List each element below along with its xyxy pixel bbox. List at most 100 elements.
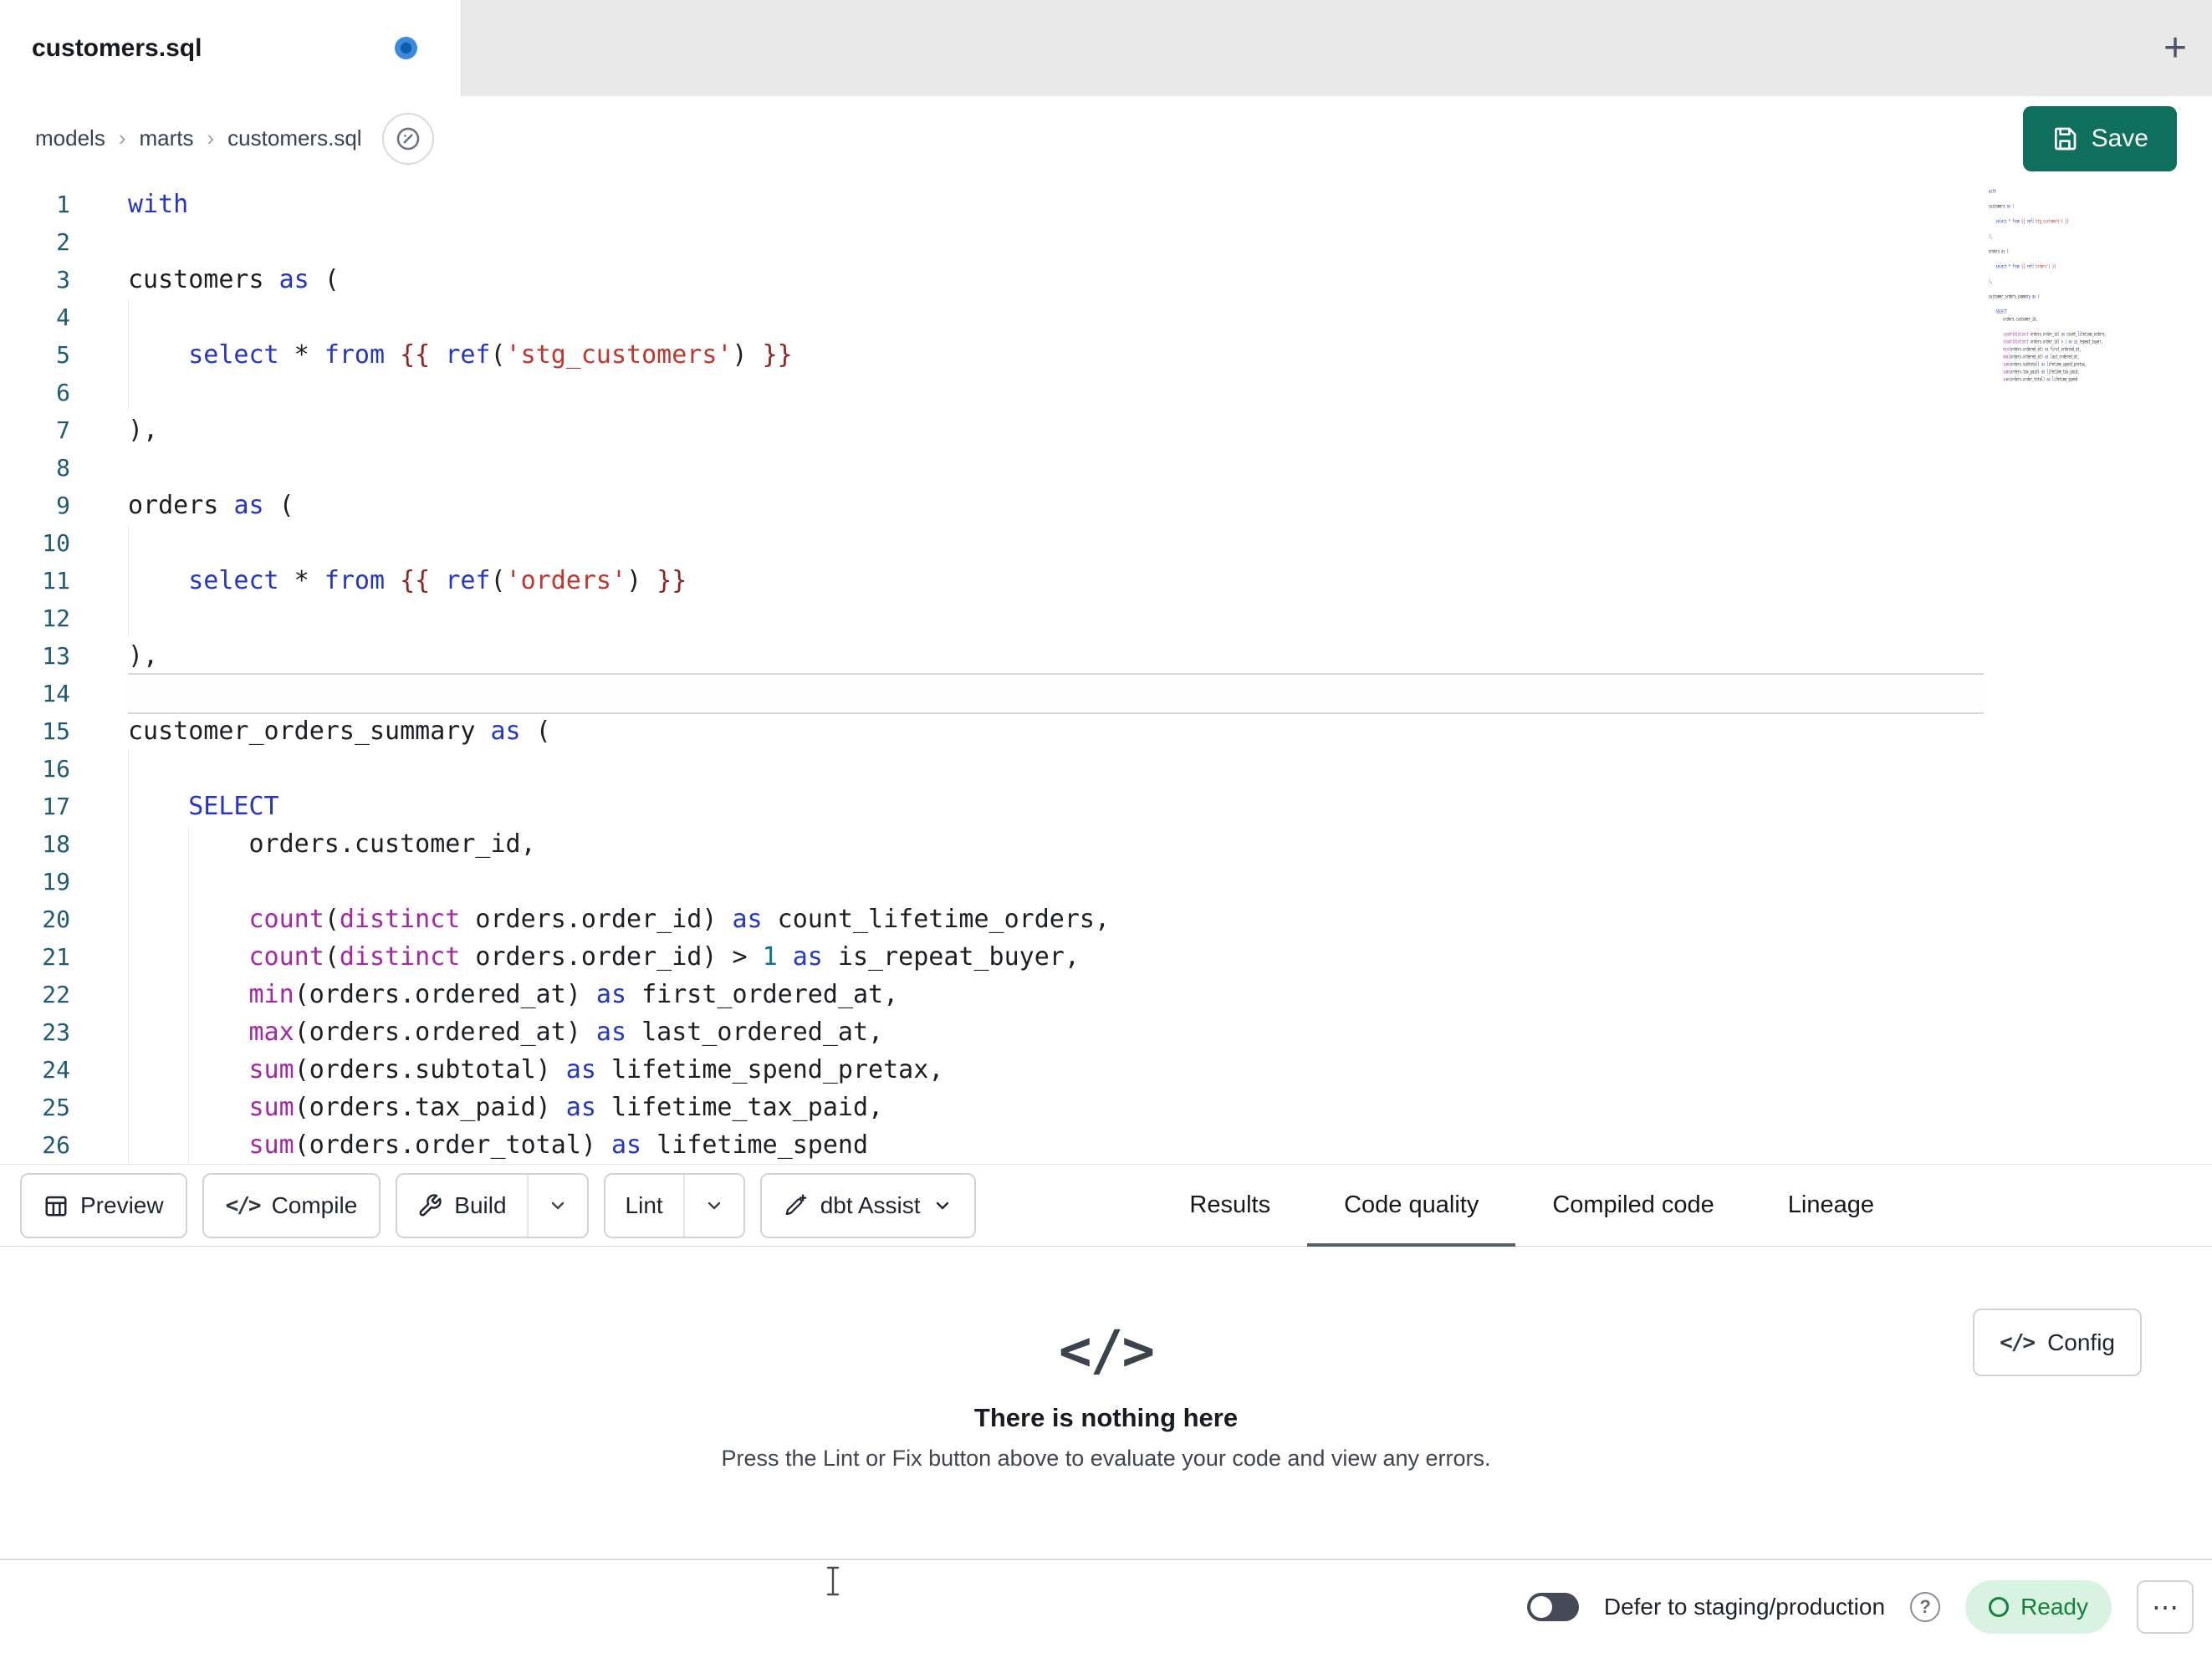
code-line-content [128,675,1984,712]
code-line[interactable]: 16 [0,750,2212,788]
minimap-line: ), [1989,233,1993,239]
build-button[interactable]: Build [397,1175,526,1237]
minimap-line [1989,323,2116,330]
code-line[interactable]: 26 sum(orders.order_total) as lifetime_s… [0,1126,2212,1164]
minimap-line: select * from {{ ref('stg_customers') }} [1995,218,2069,224]
code-line[interactable]: 18 orders.customer_id, [0,825,2212,863]
line-number: 20 [42,906,70,933]
code-line-content: sum(orders.subtotal) as lifetime_spend_p… [128,1051,1984,1089]
build-dropdown-button[interactable] [526,1174,587,1237]
minimap-line: max(orders.ordered_at) as last_ordered_a… [2003,354,2080,360]
compile-label: Compile [271,1191,358,1218]
tab-customers-sql[interactable]: customers.sql [0,0,462,96]
code-line-content: select * from {{ ref('orders') }} [128,562,1984,599]
preview-button[interactable]: Preview [20,1172,187,1238]
code-line-content: count(distinct orders.order_id) > 1 as i… [128,938,1984,976]
code-line[interactable]: 1 with [0,186,2212,223]
indent-guide [128,524,129,562]
indent-guide [128,1126,129,1164]
tab-compiled-code[interactable]: Compiled code [1515,1165,1750,1246]
indent-guide [128,788,129,825]
code-line-content [128,750,1984,788]
code-line[interactable]: 5 select * from {{ ref('stg_customers') … [0,336,2212,374]
code-line[interactable]: 22 min(orders.ordered_at) as first_order… [0,976,2212,1013]
line-number: 11 [42,567,70,594]
code-line[interactable]: 12 [0,599,2212,637]
status-bar: Defer to staging/production ? Ready ⋯ [0,1559,2212,1653]
line-number: 2 [56,228,70,256]
minimap-line [1989,195,2116,202]
defer-toggle[interactable] [1526,1592,1579,1621]
indent-guide [128,1013,129,1051]
minimap-line: with [1989,188,1996,194]
minimap-line: count(distinct orders.order_id) > 1 as i… [2003,339,2103,344]
code-line[interactable]: 21 count(distinct orders.order_id) > 1 a… [0,938,2212,976]
code-line[interactable]: 19 [0,863,2212,900]
indent-guide [188,1013,190,1051]
line-number: 25 [42,1094,70,1121]
config-button[interactable]: </> Config [1973,1309,2142,1376]
code-line[interactable]: 13), [0,637,2212,675]
lint-dropdown-button[interactable] [682,1174,743,1237]
unsaved-indicator-dot [395,37,417,59]
minimap-line [1989,300,2116,308]
code-line[interactable]: 6 [0,374,2212,411]
indent-guide [188,976,190,1013]
tab-label: Compiled code [1552,1191,1714,1218]
dbt-assist-button[interactable]: dbt Assist [759,1172,976,1238]
code-line[interactable]: 7), [0,411,2212,449]
breadcrumb: models › marts › customers.sql [35,125,362,151]
tab-code-quality[interactable]: Code quality [1307,1165,1516,1247]
file-action-button[interactable] [381,112,434,165]
code-line[interactable]: 15 customer_orders_summary as ( [0,712,2212,750]
help-icon[interactable]: ? [1910,1591,1941,1622]
indent-guide [188,938,190,976]
code-line[interactable]: 4 [0,298,2212,336]
ready-label: Ready [2020,1593,2088,1620]
minimap[interactable]: with customers as ( select * from {{ ref(… [1989,187,2116,392]
ready-status-badge[interactable]: Ready [1965,1579,2112,1634]
code-line[interactable]: 25 sum(orders.tax_paid) as lifetime_tax_… [0,1089,2212,1126]
breadcrumb-item-marts[interactable]: marts [140,125,194,151]
tab-lineage[interactable]: Lineage [1751,1165,1911,1246]
code-line[interactable]: 3 customers as ( [0,261,2212,298]
results-panel: </> Config </> There is nothing here Pre… [0,1247,2212,1559]
code-line-content [128,449,1984,487]
indent-guide [128,825,129,863]
code-line[interactable]: 17 SELECT [0,788,2212,825]
dbt-assist-label: dbt Assist [820,1191,921,1218]
code-line[interactable]: 23 max(orders.ordered_at) as last_ordere… [0,1013,2212,1051]
code-line[interactable]: 2 [0,223,2212,261]
code-line[interactable]: 10 [0,524,2212,562]
line-number: 8 [56,454,70,482]
code-line-content: ), [128,641,159,671]
code-line[interactable]: 9 orders as ( [0,487,2212,524]
new-tab-button[interactable]: + [2163,28,2187,69]
lint-button[interactable]: Lint [605,1175,683,1237]
config-label: Config [2047,1329,2115,1355]
status-ring-icon [1989,1596,2010,1617]
code-line[interactable]: 11 select * from {{ ref('orders') }} [0,562,2212,599]
code-line[interactable]: 14 [0,675,2212,712]
chevron-down-icon [708,1201,720,1209]
breadcrumb-item-models[interactable]: models [35,125,105,151]
line-number: 17 [42,793,70,820]
more-options-button[interactable]: ⋯ [2137,1579,2194,1634]
save-button[interactable]: Save [2022,105,2177,171]
minimap-line: sum(orders.tax_paid) as lifetime_tax_pai… [2003,369,2080,375]
tab-results[interactable]: Results [1152,1165,1307,1246]
code-line[interactable]: 20 count(distinct orders.order_id) as co… [0,900,2212,938]
code-line[interactable]: 24 sum(orders.subtotal) as lifetime_spen… [0,1051,2212,1089]
code-line-content: SELECT [128,788,1984,825]
line-number: 26 [42,1131,70,1159]
indent-guide [188,1089,190,1126]
code-line[interactable]: 8 [0,449,2212,487]
minimap-line: customer_orders_summary as ( [1989,293,2040,299]
compile-button[interactable]: </> Compile [202,1172,381,1238]
minimap-line: SELECT [1995,309,2007,314]
line-number: 1 [56,191,70,218]
line-number: 24 [42,1056,70,1084]
code-editor[interactable]: 1 with 2 3 customers as (4 5 select * from {{… [0,181,2212,1164]
code-line-content [128,524,1984,562]
breadcrumb-item-customers-sql: customers.sql [227,125,362,151]
